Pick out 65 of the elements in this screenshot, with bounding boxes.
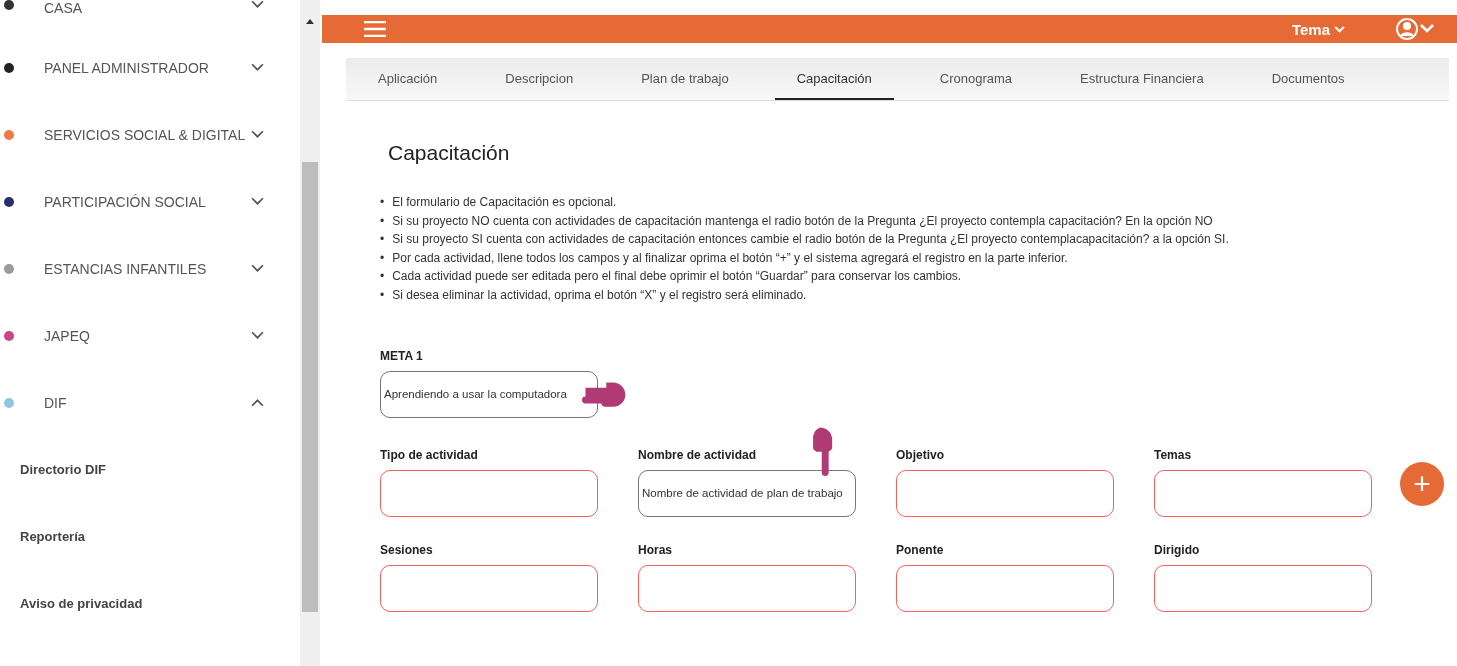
field-label: Objetivo [896,447,945,464]
submenu-item[interactable]: Aviso de privacidad [0,570,300,637]
input-field[interactable] [380,469,598,517]
chevron-up-icon[interactable] [251,398,264,407]
chevron-down-icon[interactable] [251,63,264,72]
sidebar-label: PANEL ADMINISTRADOR [44,59,210,76]
submenu-item[interactable]: Directorio DIF [0,436,300,503]
scroll-up-icon[interactable] [306,18,314,24]
chevron-down-icon[interactable] [251,264,264,273]
scrollbar[interactable] [300,0,320,666]
instruction-text: Si desea eliminar la actividad, oprima el botón “X” y el registro será eliminado. [392,286,807,304]
tab[interactable]: Aplicación [356,58,460,100]
user-menu-icon[interactable] [1395,17,1437,41]
bullet: • [380,212,385,230]
bullet: • [380,286,385,304]
input-field[interactable] [1154,469,1372,517]
instruction-text: El formulario de Capacitación es opcional. [392,194,617,211]
bullet: • [380,194,385,211]
bullet: • [380,249,385,267]
chevron-down-icon[interactable] [251,130,264,139]
input-field[interactable] [638,564,856,612]
chevron-down-icon[interactable] [251,0,264,9]
chevron-down-icon[interactable] [251,197,264,206]
scrollbar-thumb[interactable] [302,162,318,612]
input-field[interactable] [1154,564,1372,612]
sidebar-label: JAPEQ [44,327,91,344]
field-label: Ponente [896,542,945,559]
bullet: • [380,268,385,286]
sidebar-label: PARTICIPACIÓN SOCIAL [44,193,207,210]
field-label: Temas [1154,447,1193,464]
instruction-text: Por cada actividad, llene todos los campos y al finalizar oprima el botón “+” y el sistema agregará el registro en la parte inferior. [392,249,1068,267]
tab[interactable]: Estructura Financiera [1058,58,1226,100]
instruction-text: Si su proyecto NO cuenta con actividades de capacitación mantenga el radio botón de la Pregunta ¿El proyecto contempla capacitación? En la opción NO [392,212,1213,230]
sidebar-item[interactable]: CASA [0,0,300,34]
field-label: Nombre de actividad [638,447,758,464]
instruction-text: Si su proyecto SI cuenta con actividades de capacitación entonces cambie el radio botón de la Pregunta ¿El proyecto contemplacapacitación? a la opción SI. [392,231,1229,249]
sidebar-item[interactable]: DIF [0,369,300,436]
field-label: Horas [638,542,673,559]
sidebar-label: DIF [44,394,68,411]
sidebar-item[interactable]: PANEL ADMINISTRADOR [0,34,300,101]
field-label: META 1 [380,348,424,365]
sidebar-item[interactable]: PARTICIPACIÓN SOCIAL [0,168,300,235]
instruction-text: Cada actividad puede ser editada pero el final debe oprimir el botón “Guardar” para conservar los cambios. [392,268,962,286]
chevron-down-icon[interactable] [251,331,264,340]
field-label: Sesiones [380,542,434,559]
sidebar-label: SERVICIOS SOCIAL & DIGITAL [44,126,247,143]
page-title: Capacitación [388,141,511,165]
field-label: Tipo de actividad [380,447,479,464]
tab[interactable]: Documentos [1249,58,1367,100]
tab[interactable]: Capacitación [774,58,894,100]
submenu-item[interactable]: Reportería [0,503,300,570]
sidebar-label: ESTANCIAS INFANTILES [44,260,208,277]
tab[interactable]: Cronograma [917,58,1035,100]
input-field[interactable] [380,564,598,612]
tab[interactable]: Descripcion [483,58,596,100]
sidebar-label: CASA [44,0,84,16]
bullet: • [380,231,385,249]
sidebar-item[interactable]: JAPEQ [0,302,300,369]
menu-icon[interactable] [364,21,386,37]
sidebar-item[interactable]: SERVICIOS SOCIAL & DIGITAL [0,101,300,168]
field-label: Dirigido [1154,542,1201,559]
sidebar-item[interactable]: ESTANCIAS INFANTILES [0,235,300,302]
tab[interactable]: Plan de trabajo [619,58,751,100]
input-field[interactable] [896,564,1114,612]
input-field[interactable] [896,469,1114,517]
